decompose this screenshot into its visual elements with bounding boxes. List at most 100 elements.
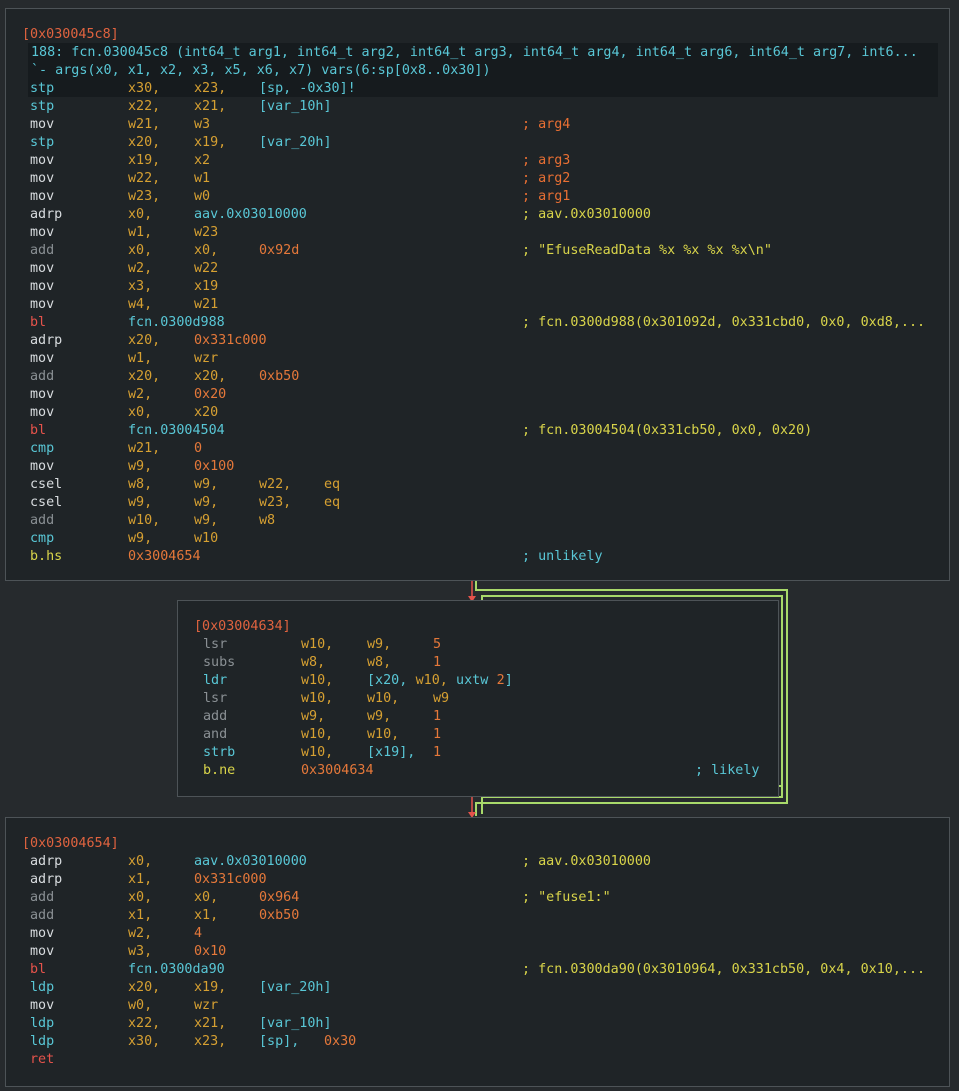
instruction-mnemonic: bl (30, 423, 47, 438)
instruction-operand: w21, (128, 441, 161, 456)
instruction-mnemonic: add (30, 908, 55, 923)
instruction-operand: 1 (433, 655, 442, 670)
instruction-operand: 0 (194, 441, 203, 456)
instruction-operand: w23 (194, 225, 219, 240)
instruction-mnemonic: cmp (30, 441, 55, 456)
instruction-operand: wzr (194, 351, 219, 366)
instruction-operand: w10, (128, 513, 161, 528)
instruction-operand: 1 (433, 727, 442, 742)
basic-block-03004654[interactable]: [0x03004654] adrp x0, aav.0x03010000 ; aav.… (5, 817, 950, 1087)
instruction-operand: x1, (128, 908, 153, 923)
instruction-operand: w23, (259, 495, 292, 510)
instruction-operand: 2 (496, 673, 505, 688)
instruction-mnemonic: mov (30, 261, 55, 276)
instruction-operand: w8 (259, 513, 276, 528)
instruction-operand: w2, (128, 926, 153, 941)
instruction-mnemonic: mov (30, 297, 55, 312)
instruction-operand: x1, (194, 908, 219, 923)
instruction-mnemonic: adrp (30, 207, 63, 222)
instruction-operand: w21 (194, 297, 219, 312)
instruction-operand: x19, (194, 980, 227, 995)
instruction-mnemonic: mov (30, 153, 55, 168)
instruction-mnemonic: b.ne (203, 763, 236, 778)
instruction-mnemonic: subs (203, 655, 236, 670)
instruction-operand: [sp, -0x30]! (259, 81, 356, 96)
instruction-operand: w22 (194, 261, 219, 276)
instruction-mnemonic: mov (30, 998, 55, 1013)
instruction-operand: w9, (301, 709, 326, 724)
instruction-operand: w2, (128, 387, 153, 402)
instruction-operand: x20, (128, 369, 161, 384)
instruction-mnemonic: mov (30, 171, 55, 186)
instruction-operand: w1 (194, 171, 211, 186)
instruction-mnemonic: add (30, 243, 55, 258)
instruction-operand: uxtw (448, 673, 497, 688)
instruction-operand: x30, (128, 81, 161, 96)
instruction-operand: w1, (128, 351, 153, 366)
instruction-operand: x22, (128, 1016, 161, 1031)
instruction-operand: x20, (194, 369, 227, 384)
function-signature: 188: fcn.030045c8 (int64_t arg1, int64_t… (31, 45, 918, 60)
instruction-operand: x0, (128, 243, 153, 258)
instruction-operand: 0x964 (259, 890, 300, 905)
instruction-operand: w9, (194, 495, 219, 510)
basic-block-030045c8[interactable]: [0x030045c8] 188: fcn.030045c8 (int64_t … (5, 8, 950, 581)
instruction-mnemonic: ldp (30, 980, 55, 995)
instruction-operand: x19 (194, 279, 219, 294)
instruction-comment: ; fcn.03004504(0x331cb50, 0x0, 0x20) (522, 423, 813, 438)
instruction-mnemonic: bl (30, 315, 47, 330)
instruction-mnemonic: b.hs (30, 549, 63, 564)
instruction-operand: w8, (367, 655, 392, 670)
instruction-mnemonic: and (203, 727, 228, 742)
instruction-operand: w8, (301, 655, 326, 670)
instruction-operand: w21, (128, 117, 161, 132)
instruction-mnemonic: mov (30, 387, 55, 402)
instruction-operand: x19, (194, 135, 227, 150)
instruction-mnemonic: lsr (203, 691, 228, 706)
instruction-operand: 0x20 (194, 387, 227, 402)
instruction-operand: w8, (128, 477, 153, 492)
instruction-operand: [var_20h] (259, 135, 332, 150)
instruction-mnemonic: ldr (203, 673, 228, 688)
instruction-mnemonic: mov (30, 405, 55, 420)
instruction-operand: w0, (128, 998, 153, 1013)
instruction-comment: ; fcn.0300d988(0x301092d, 0x331cbd0, 0x0… (522, 315, 926, 330)
instruction-operand: 0x3004634 (301, 763, 374, 778)
instruction-operand: w4, (128, 297, 153, 312)
instruction-mnemonic: stp (30, 99, 55, 114)
instruction-operand: w9, (194, 477, 219, 492)
instruction-comment: ; fcn.0300da90(0x3010964, 0x331cb50, 0x4… (522, 962, 926, 977)
instruction-operand: [var_10h] (259, 99, 332, 114)
instruction-operand: aav.0x03010000 (194, 207, 307, 222)
instruction-operand: w9, (128, 459, 153, 474)
instruction-operand: [x20, (367, 673, 416, 688)
instruction-operand: 0x3004654 (128, 549, 201, 564)
instruction-mnemonic: mov (30, 225, 55, 240)
instruction-operand: ] (504, 673, 513, 688)
instruction-comment: ; aav.0x03010000 (522, 207, 651, 222)
instruction-operand: 1 (433, 709, 442, 724)
instruction-mnemonic: mov (30, 117, 55, 132)
instruction-operand: [var_10h] (259, 1016, 332, 1031)
instruction-operand: 0xb50 (259, 369, 300, 384)
instruction-operand: 4 (194, 926, 203, 941)
instruction-operand: [sp], (259, 1034, 300, 1049)
instruction-operand: w22, (259, 477, 292, 492)
instruction-mnemonic: adrp (30, 333, 63, 348)
instruction-operand: w10, (415, 673, 448, 688)
instruction-operand: fcn.03004504 (128, 423, 225, 438)
basic-block-03004634[interactable]: [0x03004634] lsr w10, w9, 5 subs w8, w8, 1 ldr w1… (177, 600, 779, 797)
instruction-operand: x20, (128, 135, 161, 150)
instruction-operand: aav.0x03010000 (194, 854, 307, 869)
instruction-operand: x0, (128, 854, 153, 869)
instruction-operand: w9, (128, 495, 153, 510)
instruction-operand: 0x30 (324, 1034, 357, 1049)
instruction-operand: 0x100 (194, 459, 235, 474)
instruction-operand: w10 (194, 531, 219, 546)
instruction-operand: x20, (128, 333, 161, 348)
instruction-operand: wzr (194, 998, 219, 1013)
block-header: [0x03004634] (194, 619, 291, 634)
instruction-comment: ; arg1 (522, 189, 571, 204)
instruction-operand: w9 (433, 691, 450, 706)
instruction-comment: ; "EfuseReadData %x %x %x %x\n" (522, 243, 772, 258)
